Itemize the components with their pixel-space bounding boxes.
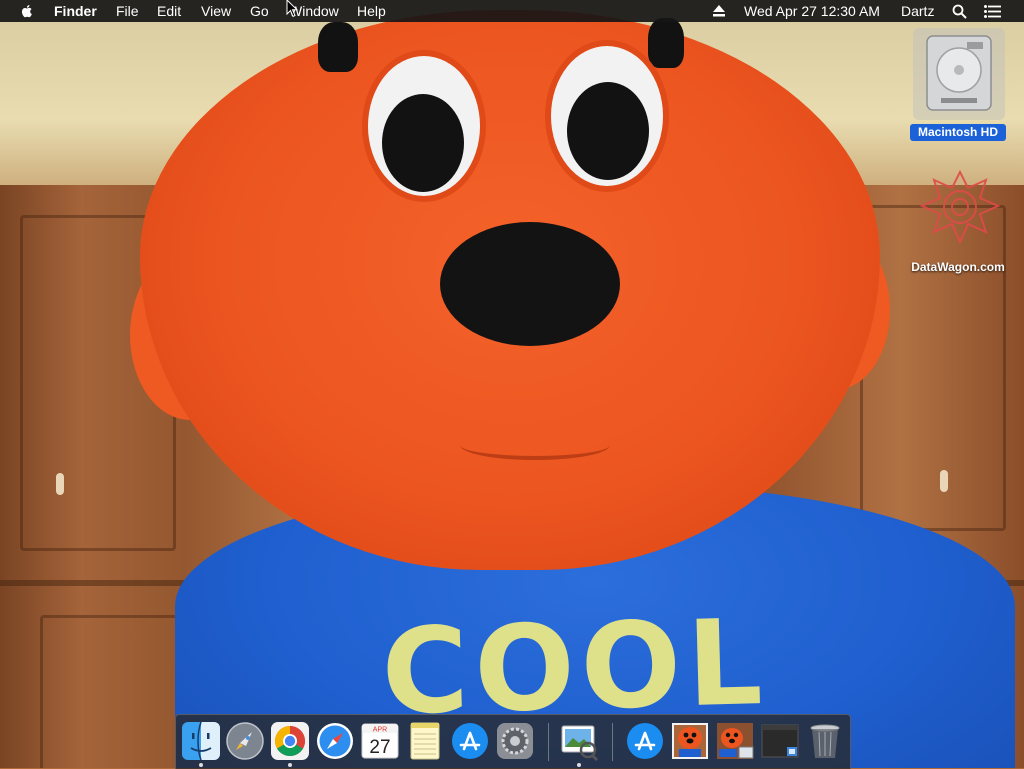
safari-icon: [317, 723, 353, 759]
dock-running-indicator: [199, 763, 203, 767]
desktop-icon-label[interactable]: Macintosh HD: [910, 124, 1006, 141]
desktop-icon-macintosh-hd[interactable]: [913, 28, 1005, 120]
hard-drive-icon: [926, 35, 992, 111]
dock-item-app-store[interactable]: [450, 721, 490, 761]
mouse-cursor-icon: [286, 0, 298, 18]
image-thumbnail-icon: [672, 723, 708, 759]
dock-item-downloads[interactable]: [625, 721, 665, 761]
mascot-nose: [440, 222, 620, 346]
notes-icon: [410, 722, 440, 760]
menu-help[interactable]: Help: [357, 0, 386, 22]
app-store-icon: [452, 723, 488, 759]
calendar-icon: APR 27: [361, 723, 399, 759]
app-store-icon: [627, 723, 663, 759]
dock-separator: [612, 723, 613, 761]
dock-item-system-preferences[interactable]: [495, 721, 535, 761]
spotlight-search-icon[interactable]: [952, 4, 967, 19]
mascot-eye-left: [362, 50, 486, 202]
menu-clock[interactable]: Wed Apr 27 12:30 AM: [744, 0, 880, 22]
dock-item-safari[interactable]: [315, 721, 355, 761]
cabinet-door: [860, 205, 1006, 531]
menu-user[interactable]: Dartz: [901, 0, 934, 22]
dock-item-finder[interactable]: [181, 721, 221, 761]
notification-center-icon[interactable]: [984, 5, 1001, 18]
mascot-pupil-left: [382, 94, 464, 192]
dock-item-launchpad[interactable]: [225, 721, 265, 761]
apple-logo-icon[interactable]: [19, 3, 35, 19]
cabinet-door: [40, 615, 196, 768]
mascot-pupil-right: [567, 82, 649, 180]
dock-item-minimized-window[interactable]: [760, 721, 800, 761]
calendar-day: 27: [369, 737, 390, 758]
cabinet-knob: [940, 470, 948, 492]
dock-item-image-1[interactable]: [670, 721, 710, 761]
menu-go[interactable]: Go: [250, 0, 269, 22]
finder-icon: [182, 721, 220, 761]
desktop-icon-datawagon[interactable]: [918, 169, 1002, 252]
launchpad-icon: [226, 722, 264, 760]
eject-icon[interactable]: [712, 5, 726, 17]
preview-icon: [561, 725, 599, 762]
dock-item-trash[interactable]: [805, 721, 845, 761]
mascot-mouth: [460, 430, 610, 460]
mascot-brow-left: [318, 22, 358, 72]
desktop-icon-label[interactable]: DataWagon.com: [898, 260, 1018, 274]
mascot-eye-right: [545, 40, 669, 192]
dock-item-notes[interactable]: [405, 721, 445, 761]
window-thumbnail-icon: [761, 724, 799, 758]
trash-icon: [810, 724, 840, 758]
dock-item-calendar[interactable]: APR 27: [360, 721, 400, 761]
dock-item-chrome[interactable]: [270, 721, 310, 761]
desktop-wallpaper: COOL: [0, 0, 1024, 768]
menu-edit[interactable]: Edit: [157, 0, 181, 22]
dock-separator: [548, 723, 549, 761]
dock-running-indicator: [288, 763, 292, 767]
menu-app-finder[interactable]: Finder: [54, 0, 97, 22]
mascot-brow-right: [648, 18, 684, 68]
dock-item-image-2[interactable]: [715, 721, 755, 761]
gear-icon: [497, 723, 533, 759]
menu-view[interactable]: View: [201, 0, 231, 22]
menu-bar: Finder File Edit View Go Window Help Wed…: [0, 0, 1024, 22]
cabinet-knob: [56, 473, 64, 495]
chrome-icon: [271, 722, 309, 760]
datawagon-logo-icon: [919, 169, 1001, 245]
dock: APR 27: [175, 714, 851, 769]
dock-item-preview[interactable]: [559, 721, 599, 762]
dock-running-indicator: [577, 763, 581, 767]
menu-file[interactable]: File: [116, 0, 139, 22]
calendar-month: APR: [373, 727, 387, 734]
image-thumbnail-icon: [717, 723, 754, 759]
